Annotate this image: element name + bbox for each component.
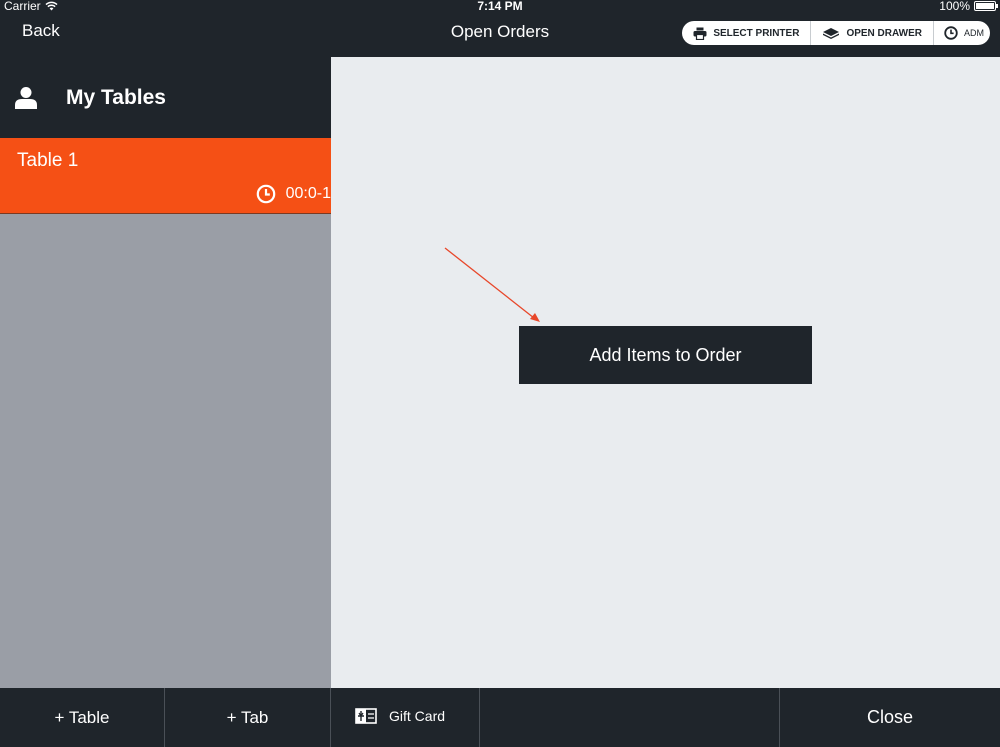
table-list-item[interactable]: Table 1 00:0-1	[0, 138, 331, 214]
adm-clock-button[interactable]: ADM	[933, 21, 990, 45]
bottom-toolbar: + Table + Tab Gift Card Close	[0, 688, 1000, 747]
select-printer-label: SELECT PRINTER	[713, 27, 800, 39]
table-name: Table 1	[17, 150, 79, 171]
printer-icon	[693, 27, 707, 40]
toolbar-spacer	[480, 688, 780, 747]
nav-bar: Back Open Orders SELECT PRINTER OPEN DRA…	[0, 12, 1000, 57]
select-printer-button[interactable]: SELECT PRINTER	[682, 21, 810, 45]
cash-drawer-icon	[823, 28, 840, 39]
battery-icon	[974, 1, 998, 11]
add-table-button[interactable]: + Table	[0, 688, 165, 747]
tables-sidebar: My Tables Table 1 00:0-1	[0, 57, 331, 688]
user-icon	[15, 86, 37, 109]
gift-card-label: Gift Card	[389, 707, 446, 724]
adm-label: ADM	[964, 28, 984, 38]
table-timer: 00:0-1	[256, 184, 331, 204]
add-items-to-order-button[interactable]: Add Items to Order	[519, 326, 812, 384]
clock-icon	[944, 26, 958, 40]
open-drawer-button[interactable]: OPEN DRAWER	[810, 21, 933, 45]
status-bar: Carrier 7:14 PM 100%	[0, 0, 1000, 13]
close-button[interactable]: Close	[780, 688, 1000, 747]
table-timer-value: 00:0-1	[285, 185, 331, 202]
sidebar-header: My Tables	[0, 57, 331, 138]
gift-card-button[interactable]: Gift Card	[331, 688, 480, 747]
sidebar-title: My Tables	[66, 85, 166, 109]
gift-card-icon	[355, 707, 377, 724]
order-detail-area: Add Items to Order	[331, 57, 1000, 688]
nav-action-group: SELECT PRINTER OPEN DRAWER ADM	[682, 21, 990, 45]
back-button[interactable]: Back	[22, 21, 60, 41]
add-tab-button[interactable]: + Tab	[165, 688, 331, 747]
open-drawer-label: OPEN DRAWER	[846, 27, 922, 39]
clock-icon	[256, 184, 275, 204]
